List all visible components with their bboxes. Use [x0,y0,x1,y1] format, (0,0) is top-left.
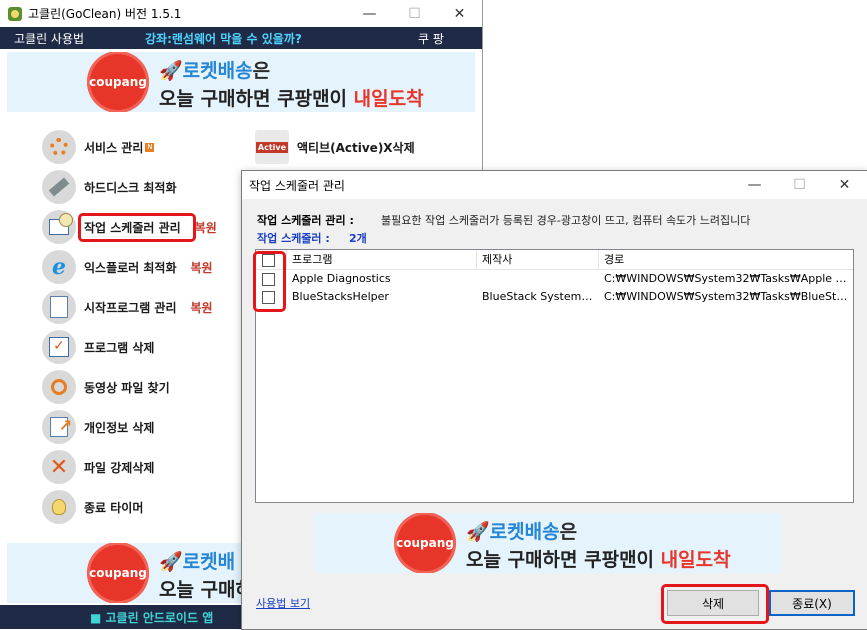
close-dialog-button[interactable]: 종료(X) [769,590,855,616]
checklist-icon: ✓ [42,330,76,364]
coupang-ad-banner[interactable]: coupang 🚀로켓배송은 오늘 구매하면 쿠팡맨이 내일도착 [7,52,475,112]
coupang-badge-bottom: coupang [87,543,149,603]
scheduler-dialog: 작업 스케줄러 관리 — ☐ ✕ 작업 스케줄러 관리 : 불필요한 작업 스케… [241,170,867,630]
dialog-minimize-button[interactable]: — [732,171,777,198]
main-titlebar: 고클린(GoClean) 버전 1.5.1 — ☐ ✕ [0,0,482,27]
banner-line1: 로켓배송 [182,60,253,82]
dialog-coupang-banner[interactable]: coupang 🚀로켓배송은 오늘 구매하면 쿠팡맨이 내일도착 [314,513,782,573]
android-app-link[interactable]: ■ 고클린 안드로이드 앱 [90,609,213,626]
ie-icon: e [42,250,76,284]
dialog-maximize-button[interactable]: ☐ [777,171,822,198]
feature-ie[interactable]: e 익스플로러 최적화 복원 [42,250,213,284]
minimize-button[interactable]: — [347,0,392,27]
count-value: 2개 [349,232,367,245]
menu-bar: 고클린 사용법 강좌:랜섬웨어 막을 수 있을까? 쿠 팡 [0,27,482,49]
rocket-icon: 🚀 [159,551,183,573]
task-list[interactable]: 프로그램 제작사 경로 Apple Diagnostics C:₩WINDOWS… [255,249,854,503]
maximize-button[interactable]: ☐ [392,0,437,27]
rocket-icon: 🚀 [466,521,490,543]
info-label: 작업 스케줄러 관리 : [257,214,354,227]
banner-line2: 오늘 구매하면 쿠팡맨이 [159,88,354,110]
column-program[interactable]: 프로그램 [287,250,477,269]
coupang-link[interactable]: 쿠 팡 [418,30,444,47]
delete-x-icon: ✕ [42,450,76,484]
rocket-icon: 🚀 [159,60,183,82]
restore-link-scheduler[interactable]: 복원 [195,219,217,236]
column-path[interactable]: 경로 [599,250,853,269]
table-row[interactable]: BlueStacksHelper BlueStack Systems, ... … [256,288,853,305]
feature-startup[interactable]: 시작프로그램 관리 복원 [42,290,213,324]
highlight-scheduler [78,213,196,242]
list-header: 프로그램 제작사 경로 [256,250,853,270]
scheduler-clock-icon [42,210,76,244]
feature-privacy[interactable]: ↗ 개인정보 삭제 [42,410,154,444]
feature-video[interactable]: 동영상 파일 찾기 [42,370,170,404]
dialog-close-button[interactable]: ✕ [822,171,867,198]
restore-link-startup[interactable]: 복원 [191,299,213,316]
highlight-checkboxes [253,251,286,312]
info-description: 불필요한 작업 스케줄러가 등록된 경우-광고창이 뜨고, 컴퓨터 속도가 느려… [381,214,751,227]
count-label: 작업 스케줄러 : [257,232,330,245]
magnifier-icon [42,370,76,404]
feature-force-delete[interactable]: ✕ 파일 강제삭제 [42,450,154,484]
dialog-title: 작업 스케줄러 관리 [249,178,345,193]
sleep-bulb-icon [42,490,76,524]
privacy-arrow-icon: ↗ [42,410,76,444]
feature-uninstall[interactable]: ✓ 프로그램 삭제 [42,330,154,364]
table-row[interactable]: Apple Diagnostics C:₩WINDOWS₩System32₩Ta… [256,270,853,287]
feature-activex[interactable]: Active 액티브(Active)X삭제 [255,130,415,164]
dialog-titlebar: 작업 스케줄러 관리 — ☐ ✕ [242,171,867,199]
promo-link[interactable]: 강좌:랜섬웨어 막을 수 있을까? [145,30,302,47]
main-title: 고클린(GoClean) 버전 1.5.1 [28,7,182,21]
restore-link-ie[interactable]: 복원 [191,259,213,276]
usage-link[interactable]: 고클린 사용법 [14,30,84,47]
document-icon [42,290,76,324]
feature-disk[interactable]: 하드디스크 최적화 [42,170,177,204]
column-vendor[interactable]: 제작사 [477,250,599,269]
app-logo-icon [8,6,22,21]
feature-service[interactable]: 서비스 관리 N [42,130,155,164]
feature-timer[interactable]: 종료 타이머 [42,490,143,524]
activex-icon: Active [255,130,289,164]
coupang-badge: coupang [87,52,149,112]
close-button[interactable]: ✕ [437,0,482,27]
gear-icon [42,130,76,164]
wrench-disk-icon [42,170,76,204]
highlight-delete [661,584,769,624]
coupang-badge-dialog: coupang [394,513,456,573]
usage-help-link[interactable]: 사용법 보기 [256,595,310,611]
new-badge: N [145,142,155,152]
